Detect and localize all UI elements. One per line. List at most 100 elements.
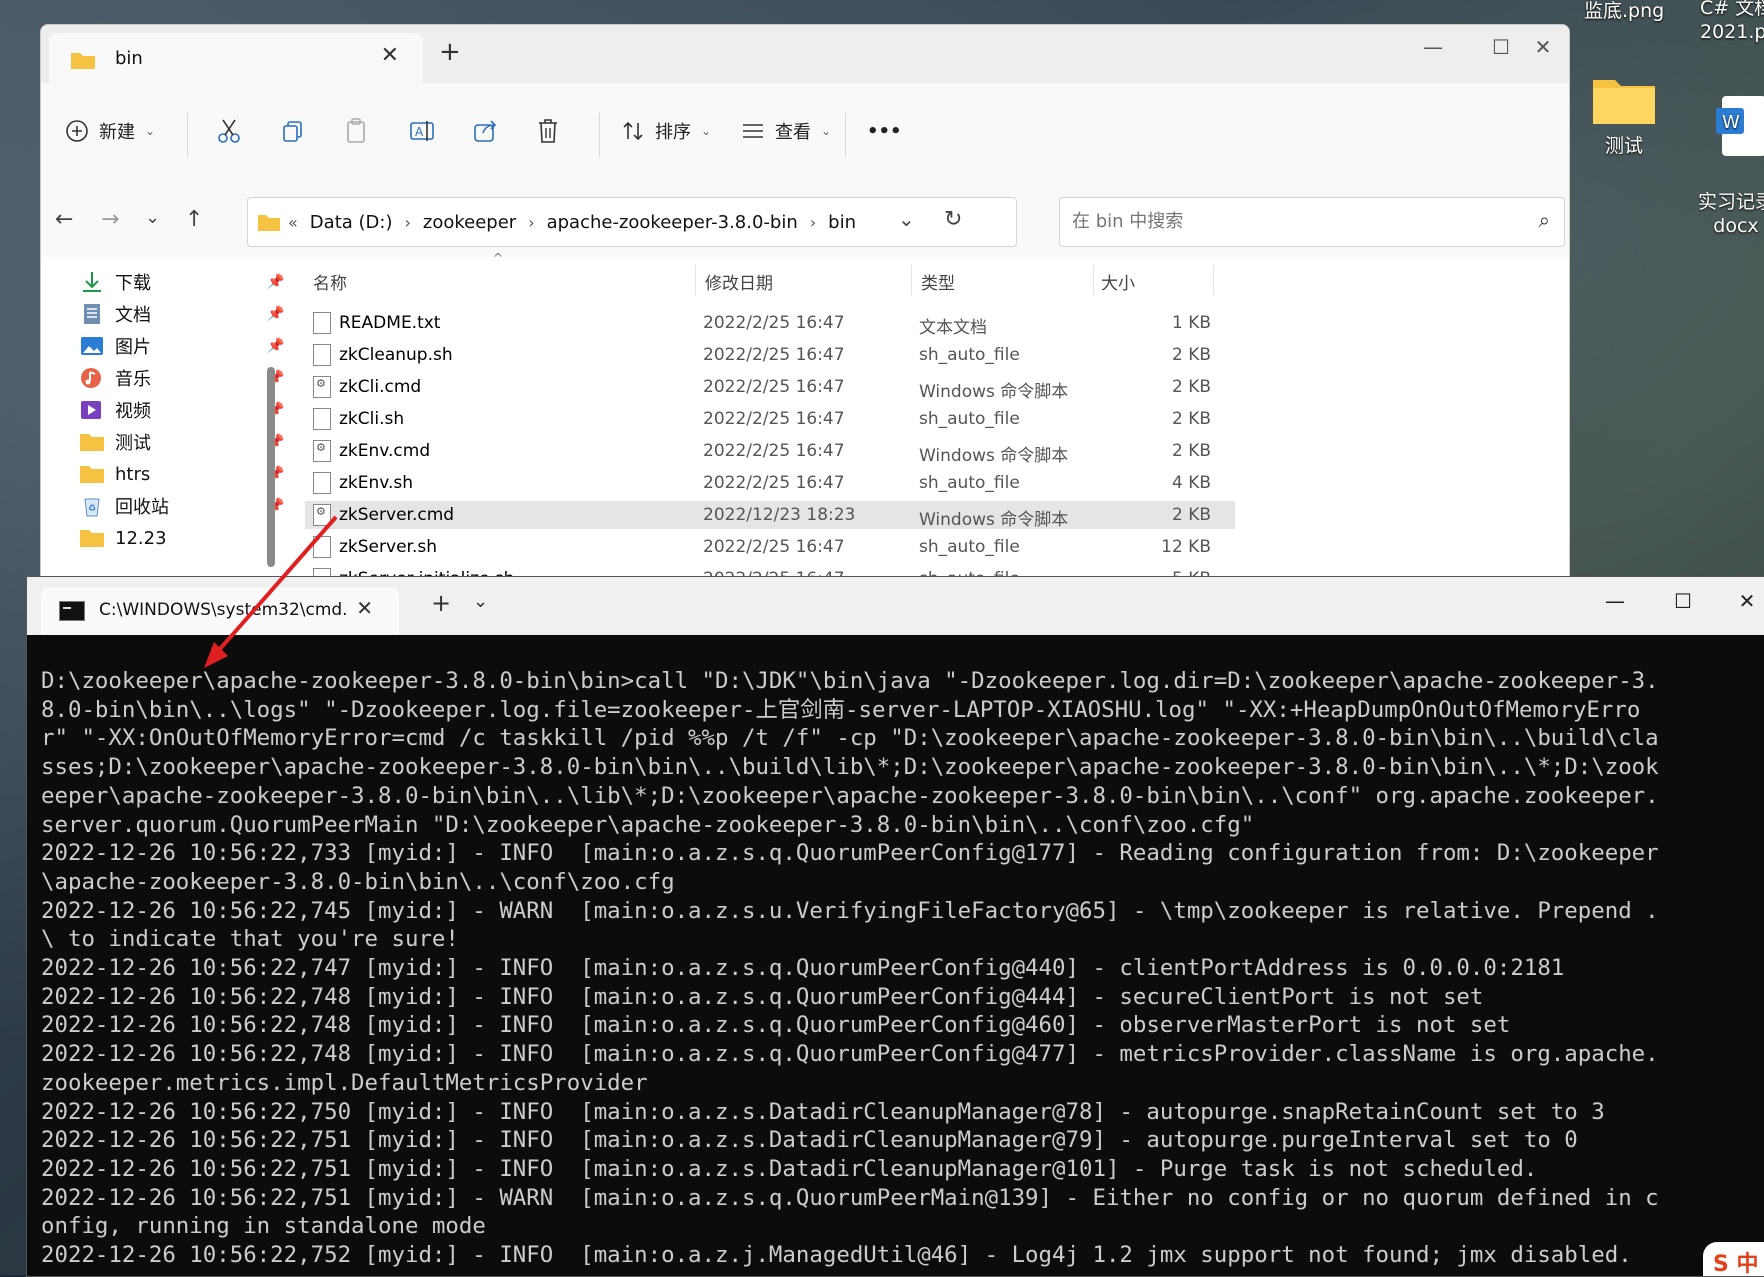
breadcrumb-separator-icon[interactable]: › <box>404 213 410 232</box>
more-options-button[interactable]: ••• <box>867 111 902 151</box>
file-row[interactable]: zkCleanup.sh 2022/2/25 16:47 sh_auto_file 2… <box>305 341 1235 369</box>
nav-item-downloads[interactable]: 下载 📌 <box>79 267 284 297</box>
desktop-label-top-2[interactable]: C# 文档 2021.pd <box>1700 0 1764 44</box>
breadcrumb-apache-zookeeper[interactable]: apache-zookeeper-3.8.0-bin <box>547 212 798 233</box>
explorer-titlebar: bin ✕ + — ☐ ✕ <box>41 25 1569 85</box>
file-date: 2022/2/25 16:47 <box>703 313 845 333</box>
search-box[interactable]: ⌕ <box>1059 197 1565 247</box>
cut-button[interactable] <box>217 111 241 151</box>
file-date: 2022/2/25 16:47 <box>703 377 845 397</box>
recent-locations-chevron-icon[interactable]: ⌄ <box>145 207 160 228</box>
file-row[interactable]: zkEnv.sh 2022/2/25 16:47 sh_auto_file 4 KB <box>305 469 1235 497</box>
new-tab-button[interactable]: + <box>439 37 461 67</box>
column-divider[interactable] <box>911 265 912 295</box>
nav-item-music[interactable]: 音乐 📌 <box>79 363 284 393</box>
column-header-name[interactable]: 名称 <box>313 269 347 294</box>
desktop-folder-test[interactable]: 测试 <box>1580 70 1668 158</box>
music-icon <box>81 368 101 388</box>
sort-button[interactable]: 排序 ⌄ <box>621 111 711 151</box>
column-header-type[interactable]: 类型 <box>921 269 955 294</box>
column-header-size[interactable]: 大小 <box>1101 269 1135 294</box>
cmd-tab[interactable]: C:\WINDOWS\system32\cmd. ✕ <box>41 587 399 635</box>
up-arrow-icon[interactable]: ↑ <box>185 207 203 232</box>
nav-item-htrs[interactable]: htrs 📌 <box>79 459 284 489</box>
close-icon[interactable]: ✕ <box>356 596 373 620</box>
nav-item-pictures[interactable]: 图片 📌 <box>79 331 284 361</box>
terminal-line: \apache-zookeeper-3.8.0-bin\bin\..\conf\… <box>41 868 675 895</box>
breadcrumb-separator-icon[interactable]: › <box>810 213 816 232</box>
copy-button[interactable] <box>281 111 305 151</box>
close-window-button[interactable]: ✕ <box>1523 35 1563 59</box>
breadcrumb-separator-icon[interactable]: › <box>528 213 534 232</box>
delete-button[interactable] <box>537 111 559 151</box>
file-row[interactable]: zkEnv.cmd 2022/2/25 16:47 Windows 命令脚本 2 KB <box>305 437 1235 466</box>
search-icon[interactable]: ⌕ <box>1539 208 1550 232</box>
desktop-label-top-1[interactable]: 监底.png <box>1584 0 1664 23</box>
file-name: zkCli.cmd <box>339 377 422 397</box>
chevron-down-icon: ⌄ <box>701 124 712 138</box>
close-window-button[interactable]: ✕ <box>1727 589 1764 613</box>
file-size: 4 KB <box>1171 473 1211 493</box>
desktop-docx-file[interactable]: W 实习记录 docx <box>1696 70 1764 262</box>
chevron-down-icon[interactable]: ⌄ <box>473 591 488 612</box>
column-divider[interactable] <box>695 265 696 295</box>
search-input[interactable] <box>1070 210 1514 233</box>
cmd-tab-title: C:\WINDOWS\system32\cmd. <box>99 600 348 620</box>
file-date: 2022/2/25 16:47 <box>703 441 845 461</box>
file-row[interactable]: zkCli.cmd 2022/2/25 16:47 Windows 命令脚本 2 KB <box>305 373 1235 402</box>
breadcrumb-bin[interactable]: bin <box>828 212 856 233</box>
cmd-titlebar: C:\WINDOWS\system32\cmd. ✕ + ⌄ — ☐ ✕ <box>27 577 1764 635</box>
nav-item-label: 音乐 <box>115 369 151 390</box>
share-button[interactable] <box>473 111 499 151</box>
file-row[interactable]: zkServer.cmd 2022/12/23 18:23 Windows 命令脚本… <box>305 501 1235 530</box>
column-divider[interactable] <box>1093 265 1094 295</box>
minimize-button[interactable]: — <box>1413 35 1453 59</box>
file-row[interactable]: README.txt 2022/2/25 16:47 文本文档 1 KB <box>305 309 1235 338</box>
forward-arrow-icon[interactable]: → <box>101 207 119 232</box>
file-row[interactable]: zkCli.sh 2022/2/25 16:47 sh_auto_file 2 KB <box>305 405 1235 433</box>
recycle-bin-icon: ♻ <box>84 498 100 517</box>
maximize-button[interactable]: ☐ <box>1481 35 1521 59</box>
terminal-output[interactable]: D:\zookeeper\apache-zookeeper-3.8.0-bin\… <box>41 667 1749 1276</box>
overflow-chevron-icon[interactable]: « <box>288 213 298 232</box>
address-bar[interactable]: « Data (D:) › zookeeper › apache-zookeep… <box>247 197 1017 247</box>
breadcrumb-zookeeper[interactable]: zookeeper <box>423 212 516 233</box>
nav-item-videos[interactable]: 视频 📌 <box>79 395 284 425</box>
breadcrumb-drive[interactable]: Data (D:) <box>310 212 393 233</box>
view-button[interactable]: 查看 ⌄ <box>741 111 831 151</box>
nav-item-test-folder[interactable]: 测试 📌 <box>79 427 284 457</box>
ime-indicator-label: S 中 <box>1713 1252 1759 1277</box>
folder-icon <box>71 53 95 69</box>
close-icon[interactable]: ✕ <box>381 43 399 68</box>
terminal-line: 2022-12-26 10:56:22,751 [myid:] - INFO [… <box>41 1155 1538 1182</box>
column-header-date[interactable]: 修改日期 <box>705 269 773 294</box>
explorer-tab-bin[interactable]: bin ✕ <box>49 33 423 85</box>
nav-item-recycle-bin[interactable]: ♻ 回收站 📌 <box>79 491 284 521</box>
file-type: Windows 命令脚本 <box>919 510 1069 530</box>
pin-icon: 📌 <box>267 306 285 322</box>
terminal-line: sses;D:\zookeeper\apache-zookeeper-3.8.0… <box>41 754 1659 781</box>
back-arrow-icon[interactable]: ← <box>55 207 73 232</box>
navigation-pane: 下载 📌 文档 📌 图片 📌 音乐 📌 视频 📌 测试 📌 htrs 📌 ♻ 回… <box>41 257 291 625</box>
file-type: sh_auto_file <box>919 473 1020 493</box>
nav-item-documents[interactable]: 文档 📌 <box>79 299 284 329</box>
minimize-button[interactable]: — <box>1595 589 1635 613</box>
nav-item-1223[interactable]: 12.23 <box>79 523 167 553</box>
rename-button[interactable]: A <box>409 111 435 151</box>
paste-button[interactable] <box>345 111 369 151</box>
share-icon <box>474 120 497 142</box>
nav-pane-scrollbar[interactable] <box>267 367 275 567</box>
file-row[interactable]: zkServer.sh 2022/2/25 16:47 sh_auto_file 12… <box>305 533 1235 561</box>
copy-icon <box>283 121 302 142</box>
new-button[interactable]: 新建 ⌄ <box>65 111 155 151</box>
new-tab-button[interactable]: + <box>431 589 451 617</box>
address-history-chevron-icon[interactable]: ⌄ <box>898 207 915 231</box>
file-type: Windows 命令脚本 <box>919 446 1069 466</box>
file-icon <box>313 472 331 494</box>
refresh-icon[interactable]: ↻ <box>944 207 962 232</box>
folder-icon <box>80 466 104 483</box>
ime-indicator[interactable]: S 中 <box>1703 1242 1764 1276</box>
terminal-line: onfig, running in standalone mode <box>41 1213 486 1240</box>
column-divider[interactable] <box>1213 265 1214 295</box>
maximize-button[interactable]: ☐ <box>1663 589 1703 613</box>
